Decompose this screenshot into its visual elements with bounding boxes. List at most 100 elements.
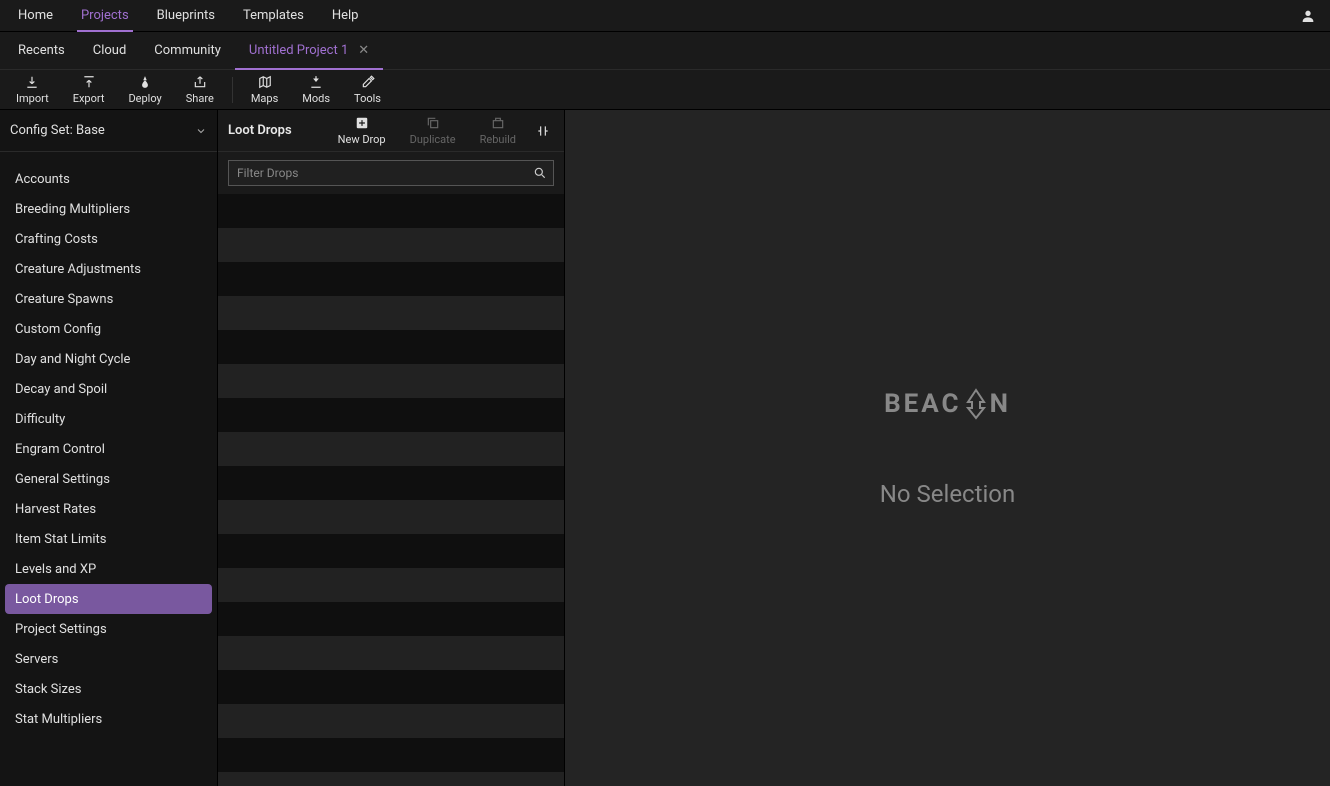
search-row bbox=[218, 152, 564, 194]
sidebar-item-crafting-costs[interactable]: Crafting Costs bbox=[5, 224, 212, 254]
deploy-button[interactable]: Deploy bbox=[116, 70, 173, 110]
import-button[interactable]: Import bbox=[4, 70, 61, 110]
category-list: AccountsBreeding MultipliersCrafting Cos… bbox=[0, 152, 217, 786]
tools-icon bbox=[361, 74, 375, 90]
export-button[interactable]: Export bbox=[61, 70, 117, 110]
resize-handle-icon[interactable] bbox=[532, 124, 554, 138]
sidebar-item-loot-drops[interactable]: Loot Drops bbox=[5, 584, 212, 614]
import-label: Import bbox=[16, 92, 49, 105]
list-item[interactable] bbox=[218, 432, 564, 466]
tab-community[interactable]: Community bbox=[140, 32, 235, 70]
new-drop-label: New Drop bbox=[338, 133, 386, 146]
config-set-selector[interactable]: Config Set: Base bbox=[0, 110, 217, 152]
tools-button[interactable]: Tools bbox=[342, 70, 393, 110]
plus-icon bbox=[355, 115, 369, 131]
new-drop-button[interactable]: New Drop bbox=[330, 115, 394, 146]
maps-button[interactable]: Maps bbox=[239, 70, 290, 110]
sidebar-item-decay-and-spoil[interactable]: Decay and Spoil bbox=[5, 374, 212, 404]
menu-item-blueprints[interactable]: Blueprints bbox=[143, 0, 229, 32]
tab-project[interactable]: Untitled Project 1 ✕ bbox=[235, 32, 383, 70]
list-item[interactable] bbox=[218, 602, 564, 636]
list-item[interactable] bbox=[218, 466, 564, 500]
chevron-down-icon bbox=[195, 125, 207, 137]
filter-input[interactable] bbox=[229, 166, 527, 180]
close-icon[interactable]: ✕ bbox=[358, 43, 369, 58]
list-item[interactable] bbox=[218, 568, 564, 602]
duplicate-label: Duplicate bbox=[410, 133, 456, 146]
rebuild-label: Rebuild bbox=[480, 133, 516, 146]
tab-project-label: Untitled Project 1 bbox=[249, 43, 348, 58]
sidebar-item-item-stat-limits[interactable]: Item Stat Limits bbox=[5, 524, 212, 554]
sidebar-item-servers[interactable]: Servers bbox=[5, 644, 212, 674]
menu-item-templates[interactable]: Templates bbox=[229, 0, 318, 32]
list-item[interactable] bbox=[218, 296, 564, 330]
top-menu-items: HomeProjectsBlueprintsTemplatesHelp bbox=[4, 0, 372, 32]
list-item[interactable] bbox=[218, 738, 564, 772]
search-icon[interactable] bbox=[527, 166, 553, 180]
toolbar-separator bbox=[232, 77, 233, 103]
list-item[interactable] bbox=[218, 534, 564, 568]
menu-item-projects[interactable]: Projects bbox=[67, 0, 143, 32]
subtabs-bar: Recents Cloud Community Untitled Project… bbox=[0, 32, 1330, 70]
list-item[interactable] bbox=[218, 772, 564, 786]
toolbar: Import Export Deploy Share Maps Mods bbox=[0, 70, 1330, 110]
sidebar-item-general-settings[interactable]: General Settings bbox=[5, 464, 212, 494]
drops-list bbox=[218, 194, 564, 786]
deploy-label: Deploy bbox=[128, 92, 161, 105]
list-item[interactable] bbox=[218, 262, 564, 296]
menu-item-help[interactable]: Help bbox=[318, 0, 373, 32]
list-item[interactable] bbox=[218, 398, 564, 432]
config-set-label: Config Set: Base bbox=[10, 123, 105, 138]
list-item[interactable] bbox=[218, 670, 564, 704]
middle-title: Loot Drops bbox=[228, 123, 292, 138]
duplicate-icon bbox=[426, 115, 440, 131]
import-icon bbox=[25, 74, 39, 90]
list-item[interactable] bbox=[218, 500, 564, 534]
share-button[interactable]: Share bbox=[174, 70, 226, 110]
duplicate-button: Duplicate bbox=[402, 115, 464, 146]
list-item[interactable] bbox=[218, 636, 564, 670]
sidebar-item-levels-and-xp[interactable]: Levels and XP bbox=[5, 554, 212, 584]
tab-recents[interactable]: Recents bbox=[4, 32, 79, 70]
mods-button[interactable]: Mods bbox=[290, 70, 342, 110]
mods-label: Mods bbox=[302, 92, 330, 105]
share-label: Share bbox=[186, 92, 214, 105]
sidebar-item-breeding-multipliers[interactable]: Breeding Multipliers bbox=[5, 194, 212, 224]
search-wrap bbox=[228, 160, 554, 186]
sidebar-item-harvest-rates[interactable]: Harvest Rates bbox=[5, 494, 212, 524]
sidebar-item-accounts[interactable]: Accounts bbox=[5, 164, 212, 194]
main-area: Config Set: Base AccountsBreeding Multip… bbox=[0, 110, 1330, 786]
sidebar-item-engram-control[interactable]: Engram Control bbox=[5, 434, 212, 464]
export-icon bbox=[82, 74, 96, 90]
user-icon[interactable] bbox=[1300, 8, 1316, 24]
middle-panel: Loot Drops New Drop Duplicate Rebuild bbox=[218, 110, 565, 786]
list-item[interactable] bbox=[218, 330, 564, 364]
list-item[interactable] bbox=[218, 704, 564, 738]
top-menu-bar: HomeProjectsBlueprintsTemplatesHelp bbox=[0, 0, 1330, 32]
sidebar-item-stack-sizes[interactable]: Stack Sizes bbox=[5, 674, 212, 704]
list-item[interactable] bbox=[218, 194, 564, 228]
deploy-icon bbox=[138, 74, 152, 90]
left-sidebar: Config Set: Base AccountsBreeding Multip… bbox=[0, 110, 218, 786]
sidebar-item-creature-adjustments[interactable]: Creature Adjustments bbox=[5, 254, 212, 284]
maps-label: Maps bbox=[251, 92, 278, 105]
rebuild-icon bbox=[491, 115, 505, 131]
export-label: Export bbox=[73, 92, 105, 105]
sidebar-item-stat-multipliers[interactable]: Stat Multipliers bbox=[5, 704, 212, 734]
tab-cloud[interactable]: Cloud bbox=[79, 32, 141, 70]
logo-text-after: N bbox=[990, 389, 1011, 419]
list-item[interactable] bbox=[218, 364, 564, 398]
sidebar-item-creature-spawns[interactable]: Creature Spawns bbox=[5, 284, 212, 314]
list-item[interactable] bbox=[218, 228, 564, 262]
logo-text-before: BEAC bbox=[884, 389, 961, 419]
sidebar-item-custom-config[interactable]: Custom Config bbox=[5, 314, 212, 344]
sidebar-item-day-and-night-cycle[interactable]: Day and Night Cycle bbox=[5, 344, 212, 374]
no-selection-text: No Selection bbox=[880, 480, 1016, 508]
maps-icon bbox=[258, 74, 272, 90]
sidebar-item-difficulty[interactable]: Difficulty bbox=[5, 404, 212, 434]
menu-item-home[interactable]: Home bbox=[4, 0, 67, 32]
share-icon bbox=[193, 74, 207, 90]
rebuild-button: Rebuild bbox=[472, 115, 524, 146]
beacon-logo: BEAC N bbox=[884, 388, 1011, 420]
sidebar-item-project-settings[interactable]: Project Settings bbox=[5, 614, 212, 644]
